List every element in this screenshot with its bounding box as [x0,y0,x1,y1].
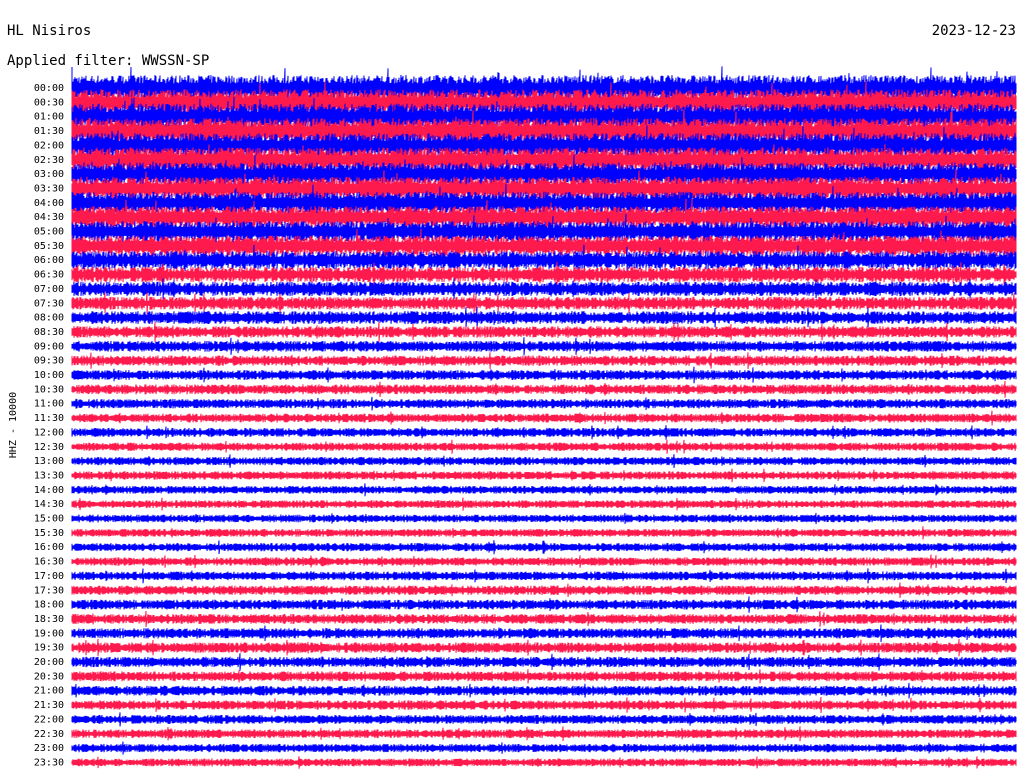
time-label: 19:00 [34,628,64,639]
time-label: 18:30 [34,614,64,625]
time-label: 03:00 [34,169,64,180]
time-label: 22:00 [34,714,64,725]
channel-axis-label: HHZ - 10000 [8,392,19,458]
time-label: 12:30 [34,442,64,453]
trace-group [71,66,1017,769]
time-label: 05:00 [34,227,64,238]
time-label: 07:00 [34,284,64,295]
time-label: 00:00 [34,83,64,94]
time-label: 14:30 [34,499,64,510]
time-label: 11:30 [34,413,64,424]
time-label: 19:30 [34,643,64,654]
time-label: 18:00 [34,600,64,611]
time-label: 10:30 [34,384,64,395]
time-label: 01:30 [34,126,64,137]
time-label: 17:00 [34,571,64,582]
time-label: 17:30 [34,585,64,596]
time-label: 23:30 [34,757,64,768]
time-label: 15:30 [34,528,64,539]
time-label: 13:00 [34,456,64,467]
time-label: 06:00 [34,255,64,266]
time-label: 08:00 [34,313,64,324]
helicorder-chart: HL Nisiros 2023-12-23 Applied filter: WW… [0,0,1024,780]
time-label: 03:30 [34,183,64,194]
time-label: 09:00 [34,341,64,352]
time-label: 15:00 [34,514,64,525]
time-label: 10:00 [34,370,64,381]
time-label: 02:30 [34,155,64,166]
time-label: 08:30 [34,327,64,338]
time-label: 23:00 [34,743,64,754]
time-label: 02:00 [34,140,64,151]
station-title: HL Nisiros [7,23,91,39]
time-label: 09:30 [34,356,64,367]
time-label: 04:30 [34,212,64,223]
time-label: 01:00 [34,112,64,123]
time-label: 20:00 [34,657,64,668]
time-label: 07:30 [34,298,64,309]
time-label: 21:00 [34,686,64,697]
time-label: 21:30 [34,700,64,711]
time-label: 11:00 [34,399,64,410]
date-label: 2023-12-23 [932,23,1016,39]
time-label: 16:00 [34,542,64,553]
time-label: 04:00 [34,198,64,209]
time-label: 16:30 [34,557,64,568]
time-label: 22:30 [34,729,64,740]
time-label: 06:30 [34,270,64,281]
time-label: 00:30 [34,97,64,108]
time-label: 05:30 [34,241,64,252]
time-label: 14:00 [34,485,64,496]
time-label: 20:30 [34,671,64,682]
filter-label: Applied filter: WWSSN-SP [7,53,209,69]
time-label: 12:00 [34,427,64,438]
time-label: 13:30 [34,470,64,481]
